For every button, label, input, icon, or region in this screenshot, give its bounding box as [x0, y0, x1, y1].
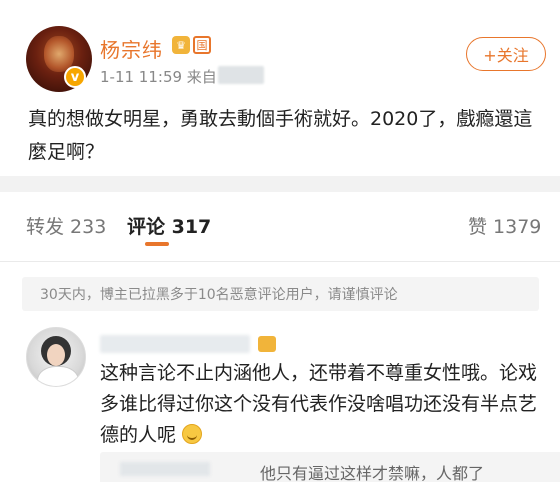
post-meta: 1-11 11:59 来自 — [100, 68, 217, 86]
commenter-avatar[interactable] — [26, 327, 86, 387]
verified-v-icon: v — [64, 66, 86, 88]
tabs-divider — [0, 261, 560, 262]
author-name[interactable]: 杨宗纬 — [100, 34, 163, 63]
tab-reposts[interactable]: 转发 233 — [26, 212, 106, 239]
section-divider — [0, 176, 560, 192]
comment-text: 这种言论不止内涵他人，还带着不尊重女性哦。论戏多谁比得过你这个没有代表作没啥唱功… — [100, 362, 538, 446]
sub-reply-text: 他只有逼过这样才禁嘛，人都了 — [260, 464, 485, 483]
post-text: 真的想做女明星，勇敢去動個手術就好。2020了，戲瘾還這麼足啊？ — [28, 108, 533, 163]
blurred-sub-reply-user — [120, 462, 210, 476]
blurred-commenter-name — [100, 335, 250, 353]
certificate-icon: 国 — [193, 36, 211, 54]
active-tab-indicator — [145, 242, 169, 246]
crown-icon: ♛ — [172, 36, 190, 54]
tab-likes[interactable]: 赞 1379 — [468, 212, 541, 239]
follow-button[interactable]: +关注 — [466, 37, 546, 71]
comment-notice: 30天内，博主已拉黑多于10名恶意评论用户，请谨慎评论 — [22, 277, 539, 311]
badge-icon — [258, 336, 276, 352]
smile-emoji-icon — [182, 424, 203, 444]
blurred-source — [218, 66, 264, 84]
tab-comments[interactable]: 评论 317 — [127, 212, 211, 239]
